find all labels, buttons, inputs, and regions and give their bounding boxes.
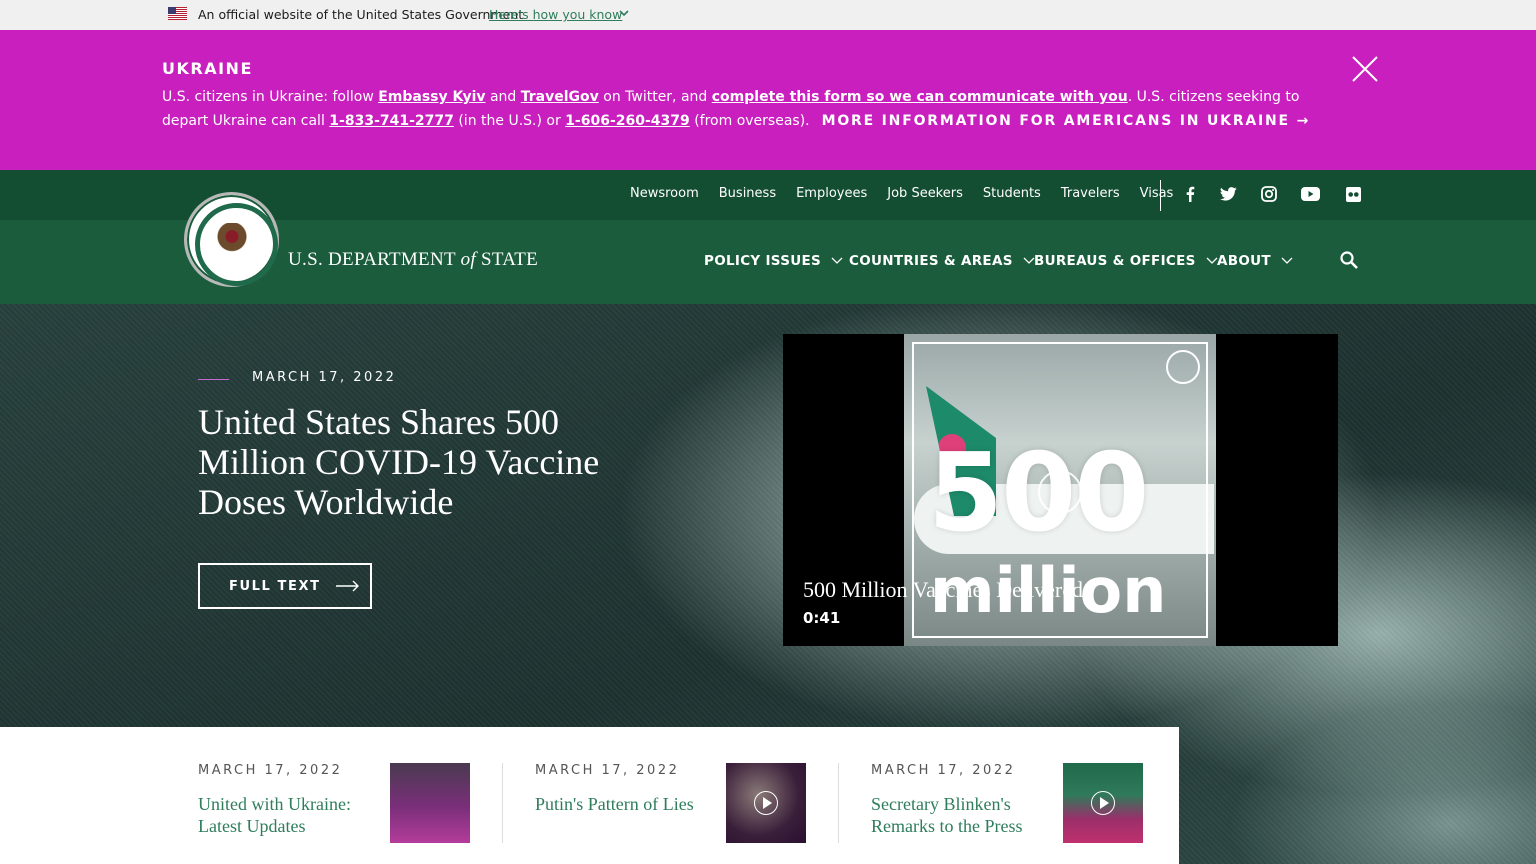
card-title[interactable]: Secretary Blinken's Remarks to the Press	[871, 793, 1036, 837]
utility-link-travelers[interactable]: Travelers	[1061, 186, 1120, 201]
nav-label: ABOUT	[1217, 253, 1271, 269]
alert-body: U.S. citizens in Ukraine: follow Embassy…	[162, 85, 1342, 133]
video-player[interactable]: 500 million 500 Million Vaccines Deliver…	[783, 334, 1338, 646]
hero-title[interactable]: United States Shares 500 Million COVID-1…	[198, 402, 668, 522]
alert-text: and	[485, 89, 521, 105]
card-divider	[838, 763, 839, 843]
news-card[interactable]: MARCH 17, 2022 United with Ukraine: Late…	[198, 763, 470, 843]
utility-divider	[1160, 180, 1161, 211]
alert-title: UKRAINE	[162, 59, 253, 78]
nav-policy-issues[interactable]: POLICY ISSUES	[704, 253, 843, 269]
twitter-icon[interactable]	[1218, 184, 1238, 204]
department-seal-logo[interactable]	[184, 192, 279, 287]
card-date: MARCH 17, 2022	[535, 763, 680, 778]
embassy-kyiv-link[interactable]: Embassy Kyiv	[378, 89, 485, 105]
phone-overseas-link[interactable]: 1-606-260-4379	[565, 113, 690, 129]
chevron-down-icon[interactable]	[619, 8, 629, 18]
instagram-icon[interactable]	[1259, 184, 1279, 204]
news-card[interactable]: MARCH 17, 2022 Putin's Pattern of Lies	[535, 763, 806, 843]
card-divider	[502, 763, 503, 843]
official-site-text: An official website of the United States…	[198, 7, 524, 22]
arrow-right-icon	[335, 580, 359, 592]
chevron-down-icon	[1023, 257, 1035, 264]
utility-link-business[interactable]: Business	[719, 186, 776, 201]
utility-link-visas[interactable]: Visas	[1140, 186, 1174, 201]
card-image[interactable]	[1063, 763, 1143, 843]
phone-us-link[interactable]: 1-833-741-2777	[329, 113, 454, 129]
card-date: MARCH 17, 2022	[198, 763, 343, 778]
hero-date: MARCH 17, 2022	[252, 370, 397, 385]
nav-countries-areas[interactable]: COUNTRIES & AREAS	[849, 253, 1035, 269]
video-duration: 0:41	[803, 609, 841, 627]
wordmark-of: of	[460, 249, 476, 270]
full-text-button[interactable]: FULL TEXT	[198, 563, 372, 609]
facebook-icon[interactable]	[1180, 184, 1200, 204]
alert-text: on Twitter, and	[598, 89, 712, 105]
video-title: 500 Million Vaccines Delivered	[803, 577, 1084, 602]
us-flag-icon	[168, 7, 187, 20]
gov-banner: An official website of the United States…	[0, 0, 1536, 30]
date-rule	[198, 379, 229, 380]
close-icon[interactable]	[1351, 55, 1379, 83]
flickr-icon[interactable]	[1343, 184, 1363, 204]
wordmark-text: STATE	[475, 249, 539, 270]
utility-link-students[interactable]: Students	[983, 186, 1041, 201]
nav-label: BUREAUS & OFFICES	[1034, 253, 1196, 269]
chevron-down-icon	[831, 257, 843, 264]
news-cards: MARCH 17, 2022 United with Ukraine: Late…	[0, 727, 1179, 864]
play-icon	[754, 791, 778, 815]
search-icon[interactable]	[1339, 250, 1359, 270]
card-image[interactable]	[390, 763, 470, 843]
full-text-label: FULL TEXT	[229, 578, 321, 594]
utility-link-employees[interactable]: Employees	[796, 186, 867, 201]
complete-form-link[interactable]: complete this form so we can communicate…	[712, 89, 1128, 105]
chevron-down-icon	[1281, 257, 1293, 264]
how-you-know-link[interactable]: Here's how you know	[489, 7, 622, 22]
wordmark-text: U.S. DEPARTMENT	[288, 249, 461, 270]
department-wordmark[interactable]: U.S. DEPARTMENT of STATE	[288, 249, 538, 271]
alert-text: U.S. citizens in Ukraine: follow	[162, 89, 379, 105]
alert-text: (from overseas).	[689, 113, 810, 129]
nav-label: POLICY ISSUES	[704, 253, 822, 269]
utility-links: Newsroom Business Employees Job Seekers …	[630, 186, 1193, 201]
seal-icon	[1166, 350, 1200, 384]
ukraine-alert: UKRAINE U.S. citizens in Ukraine: follow…	[0, 30, 1536, 170]
nav-bureaus-offices[interactable]: BUREAUS & OFFICES	[1034, 253, 1218, 269]
card-image[interactable]	[726, 763, 806, 843]
nav-about[interactable]: ABOUT	[1217, 253, 1293, 269]
card-title[interactable]: Putin's Pattern of Lies	[535, 793, 700, 815]
card-title[interactable]: United with Ukraine: Latest Updates	[198, 793, 363, 837]
chevron-down-icon	[1206, 257, 1218, 264]
more-info-ukraine-link[interactable]: MORE INFORMATION FOR AMERICANS IN UKRAIN…	[822, 113, 1311, 129]
alert-text: (in the U.S.) or	[453, 113, 566, 129]
card-date: MARCH 17, 2022	[871, 763, 1016, 778]
nav-label: COUNTRIES & AREAS	[849, 253, 1013, 269]
play-icon	[1091, 791, 1115, 815]
utility-link-newsroom[interactable]: Newsroom	[630, 186, 699, 201]
play-icon[interactable]	[1038, 470, 1082, 514]
youtube-icon[interactable]	[1300, 184, 1320, 204]
news-card[interactable]: MARCH 17, 2022 Secretary Blinken's Remar…	[871, 763, 1143, 843]
travelgov-link[interactable]: TravelGov	[521, 89, 599, 105]
utility-link-job-seekers[interactable]: Job Seekers	[887, 186, 963, 201]
